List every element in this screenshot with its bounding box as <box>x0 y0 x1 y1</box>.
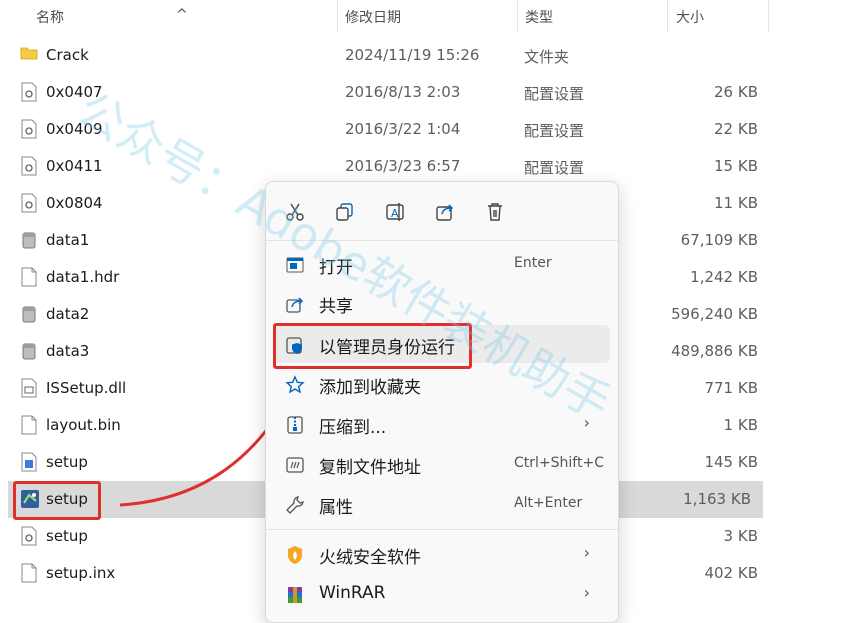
menu-item-share[interactable]: 共享 <box>274 284 610 322</box>
menu-item-label: 共享 <box>319 297 353 317</box>
chevron-right-icon: › <box>583 583 590 602</box>
wrench-icon <box>285 495 305 515</box>
menu-item-shortcut: Ctrl+Shift+C <box>514 455 604 471</box>
share-icon[interactable] <box>429 198 461 226</box>
menu-item-label: 属性 <box>319 498 353 518</box>
rename-icon[interactable]: A <box>379 198 411 226</box>
menu-item-winrar[interactable]: WinRAR › <box>274 575 610 613</box>
menu-item-wrench[interactable]: 属性 Alt+Enter <box>274 485 610 523</box>
menu-divider <box>266 529 618 530</box>
share-icon <box>285 294 305 314</box>
zip-icon <box>285 415 305 435</box>
copy-icon[interactable] <box>329 198 361 226</box>
menu-item-label: 添加到收藏夹 <box>319 378 421 398</box>
highlight-box-run-as-admin <box>273 323 472 369</box>
menu-item-shortcut: Alt+Enter <box>514 495 583 511</box>
menu-item-label: 火绒安全软件 <box>319 548 421 568</box>
menu-item-copy-path[interactable]: 复制文件地址 Ctrl+Shift+C <box>274 445 610 483</box>
context-menu: A 打开 Enter 共享 以管理员身份运行 添加到收藏夹 压缩到... › 复制文件地址 Ct… <box>265 181 619 623</box>
menu-item-label: 压缩到... <box>319 418 387 438</box>
copy-path-icon <box>285 455 305 475</box>
menu-item-huorong[interactable]: 火绒安全软件 › <box>274 535 610 573</box>
cut-icon[interactable] <box>279 198 311 226</box>
menu-item-open[interactable]: 打开 Enter <box>274 245 610 283</box>
delete-icon[interactable] <box>479 198 511 226</box>
svg-text:A: A <box>391 207 399 220</box>
winrar-icon <box>285 585 305 605</box>
open-icon <box>285 255 305 275</box>
menu-item-label: 打开 <box>319 258 353 278</box>
chevron-right-icon: › <box>583 413 590 432</box>
star-icon <box>285 375 305 395</box>
huorong-icon <box>285 545 305 565</box>
menu-item-star[interactable]: 添加到收藏夹 <box>274 365 610 403</box>
menu-item-zip[interactable]: 压缩到... › <box>274 405 610 443</box>
menu-item-shortcut: Enter <box>514 255 552 271</box>
menu-divider <box>266 240 618 241</box>
menu-item-label: 复制文件地址 <box>319 458 421 478</box>
menu-item-label: WinRAR <box>319 583 386 603</box>
chevron-right-icon: › <box>583 543 590 562</box>
